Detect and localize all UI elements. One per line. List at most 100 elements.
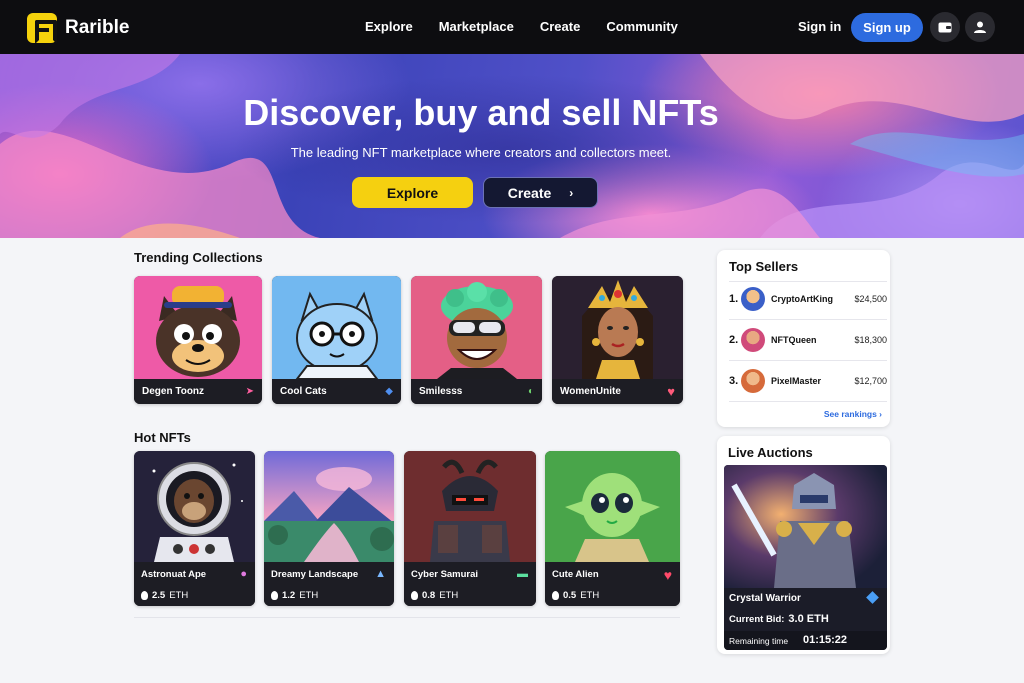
- hero-create-label: Create: [507, 184, 552, 201]
- collection-name: Smilesss: [419, 386, 463, 397]
- nav-link-create[interactable]: Create: [540, 19, 580, 34]
- diamond-icon: [866, 591, 879, 604]
- astronaut-ape-image: [134, 451, 255, 562]
- seller-row[interactable]: 2. NFTQueen $18,300: [729, 325, 887, 355]
- nft-price-value: 0.5: [563, 590, 577, 601]
- nft-name: Dreamy Landscape: [271, 569, 359, 580]
- dreamy-landscape-image: [264, 451, 394, 562]
- cute-alien-image: [545, 451, 680, 562]
- auction-card[interactable]: Crystal Warrior Current Bid: 3.0 ETH Rem…: [724, 465, 887, 650]
- profile-button[interactable]: [965, 12, 995, 42]
- seller-rank: 1.: [729, 293, 739, 305]
- collection-card-degen-toonz[interactable]: Degen Toonz ➤: [134, 276, 262, 404]
- collection-card-smilesss[interactable]: Smilesss ◐: [411, 276, 542, 404]
- avatar: [741, 328, 765, 352]
- seller-row[interactable]: 1. CryptoArtKing $24,500: [729, 284, 887, 314]
- nav-link-marketplace[interactable]: Marketplace: [439, 19, 514, 34]
- trending-title: Trending Collections: [134, 250, 263, 265]
- nft-price: 0.8 ETH: [411, 590, 458, 601]
- signin-link[interactable]: Sign in: [798, 19, 841, 34]
- collection-name: Cool Cats: [280, 386, 327, 397]
- badge-icon: ◆: [385, 386, 393, 397]
- seller-amount: $12,700: [854, 376, 887, 386]
- wallet-button[interactable]: [930, 12, 960, 42]
- nft-price-currency: ETH: [439, 590, 459, 601]
- heart-icon[interactable]: ♥: [664, 567, 672, 583]
- collection-name: WomenUnite: [560, 386, 621, 397]
- live-auctions-title: Live Auctions: [728, 445, 813, 460]
- seller-amount: $18,300: [854, 335, 887, 345]
- nft-name: Astronuat Ape: [141, 569, 207, 580]
- hero-banner: Discover, buy and sell NFTs The leading …: [0, 54, 1024, 238]
- collection-badge-icon: ▬: [517, 568, 528, 580]
- seller-rank: 3.: [729, 375, 739, 387]
- nav-link-community[interactable]: Community: [606, 19, 678, 34]
- nft-price-currency: ETH: [169, 590, 189, 601]
- degen-toonz-image: [134, 276, 262, 379]
- auction-item-name: Crystal Warrior: [729, 593, 801, 604]
- nft-price-currency: ETH: [580, 590, 600, 601]
- collection-label: WomenUnite ♥: [552, 379, 683, 404]
- smilesss-image: [411, 276, 542, 379]
- cyber-samurai-image: [404, 451, 536, 562]
- nft-price-value: 1.2: [282, 590, 296, 601]
- hero-subtitle: The leading NFT marketplace where creato…: [290, 145, 672, 160]
- nft-price: 0.5 ETH: [552, 590, 599, 601]
- nft-price: 2.5 ETH: [141, 590, 188, 601]
- divider: [729, 360, 887, 361]
- user-icon: [974, 21, 986, 33]
- see-rankings-link[interactable]: See rankings ›: [824, 409, 882, 419]
- hero-create-button[interactable]: Create ›: [483, 177, 598, 208]
- seller-name: NFTQueen: [771, 335, 817, 345]
- current-bid-value: 3.0 ETH: [788, 613, 829, 625]
- remaining-time-bar: Remaining time 01:15:22: [724, 631, 887, 650]
- nft-info: Astronuat Ape ● 2.5 ETH: [134, 562, 255, 606]
- collection-name: Degen Toonz: [142, 386, 205, 397]
- nft-price-value: 2.5: [152, 590, 166, 601]
- nft-price-value: 0.8: [422, 590, 436, 601]
- womenunite-image: [552, 276, 683, 379]
- seller-name: PixelMaster: [771, 376, 822, 386]
- crystal-warrior-image: [724, 465, 887, 588]
- heart-icon[interactable]: ♥: [667, 384, 675, 399]
- arrow-icon: ➤: [245, 386, 254, 397]
- collection-card-cool-cats[interactable]: Cool Cats ◆: [272, 276, 401, 404]
- divider: [729, 281, 887, 282]
- remaining-time-value: 01:15:22: [803, 634, 848, 646]
- smile-icon: ◐: [527, 386, 534, 397]
- collection-label: Cool Cats ◆: [272, 379, 401, 404]
- nft-info: Cute Alien ♥ 0.5 ETH: [545, 562, 680, 606]
- nft-price-currency: ETH: [299, 590, 319, 601]
- collection-label: Smilesss ◐: [411, 379, 542, 404]
- avatar: [741, 287, 765, 311]
- nft-info: Cyber Samurai ▬ 0.8 ETH: [404, 562, 536, 606]
- nft-card-dreamy-landscape[interactable]: Dreamy Landscape ▲ 1.2 ETH: [264, 451, 394, 606]
- eth-icon: [141, 591, 148, 600]
- top-nav: Rarible Explore Marketplace Create Commu…: [0, 0, 1024, 54]
- collection-badge-icon: ▲: [375, 568, 386, 580]
- collection-card-womenunite[interactable]: WomenUnite ♥: [552, 276, 683, 404]
- logo[interactable]: Rarible: [27, 13, 129, 44]
- current-bid-label: Current Bid:: [729, 614, 785, 625]
- signup-button[interactable]: Sign up: [851, 13, 923, 42]
- top-sellers-title: Top Sellers: [729, 259, 799, 274]
- hero-title: Discover, buy and sell NFTs: [243, 92, 719, 133]
- nft-name: Cyber Samurai: [411, 569, 479, 580]
- cool-cats-image: [272, 276, 401, 379]
- nft-card-cyber-samurai[interactable]: Cyber Samurai ▬ 0.8 ETH: [404, 451, 536, 606]
- seller-row[interactable]: 3. PixelMaster $12,700: [729, 366, 887, 396]
- nft-name: Cute Alien: [552, 569, 599, 580]
- live-auctions-panel: Live Auctions Crystal Warrior Current Bi…: [717, 436, 890, 654]
- nft-info: Dreamy Landscape ▲ 1.2 ETH: [264, 562, 394, 606]
- chevron-right-icon: ›: [569, 185, 574, 200]
- seller-name: CryptoArtKing: [771, 294, 833, 304]
- eth-icon: [552, 591, 559, 600]
- avatar: [741, 369, 765, 393]
- nav-link-explore[interactable]: Explore: [365, 19, 413, 34]
- divider: [729, 401, 887, 402]
- nft-card-astronaut-ape[interactable]: Astronuat Ape ● 2.5 ETH: [134, 451, 255, 606]
- nft-card-cute-alien[interactable]: Cute Alien ♥ 0.5 ETH: [545, 451, 680, 606]
- top-sellers-panel: Top Sellers 1. CryptoArtKing $24,500 2. …: [717, 250, 890, 427]
- seller-amount: $24,500: [854, 294, 887, 304]
- hero-explore-button[interactable]: Explore: [352, 177, 473, 208]
